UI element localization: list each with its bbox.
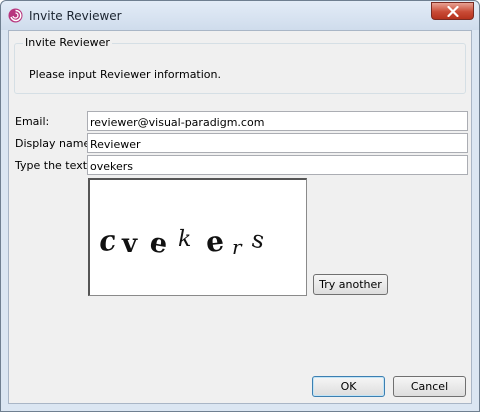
captcha-input[interactable] [87, 155, 468, 175]
captcha-glyph-s: s [249, 225, 267, 255]
captcha-glyph-e2: e [204, 224, 225, 259]
captcha-image: c v e k e r s [88, 178, 307, 296]
captcha-glyph-k: k [178, 227, 191, 252]
email-label: Email: [15, 115, 50, 128]
dialog-window: Invite Reviewer Invite Reviewer Please i… [0, 0, 480, 412]
captcha-text-label: Type the text: [15, 159, 91, 172]
try-another-button[interactable]: Try another [313, 274, 388, 295]
cancel-button[interactable]: Cancel [393, 376, 466, 397]
display-name-label: Display name: [15, 137, 94, 150]
captcha-glyph-r: r [232, 235, 243, 259]
info-message: Please input Reviewer information. [29, 68, 222, 81]
visual-paradigm-logo-icon [8, 8, 23, 23]
window-title: Invite Reviewer [29, 9, 122, 23]
ok-button[interactable]: OK [312, 376, 385, 397]
captcha-graphic: c v e k e r s [97, 223, 268, 261]
captcha-glyph-e: e [148, 227, 170, 261]
captcha-glyph-c: c [97, 223, 118, 258]
title-bar[interactable]: Invite Reviewer [1, 1, 479, 30]
info-group-box: Invite Reviewer Please input Reviewer in… [14, 36, 466, 94]
group-title: Invite Reviewer [23, 36, 112, 49]
close-icon [447, 6, 459, 17]
email-field[interactable] [87, 111, 468, 131]
display-name-field[interactable] [87, 133, 468, 153]
captcha-glyph-v: v [121, 229, 138, 259]
dialog-content: Invite Reviewer Please input Reviewer in… [8, 30, 472, 404]
close-button[interactable] [431, 2, 474, 20]
